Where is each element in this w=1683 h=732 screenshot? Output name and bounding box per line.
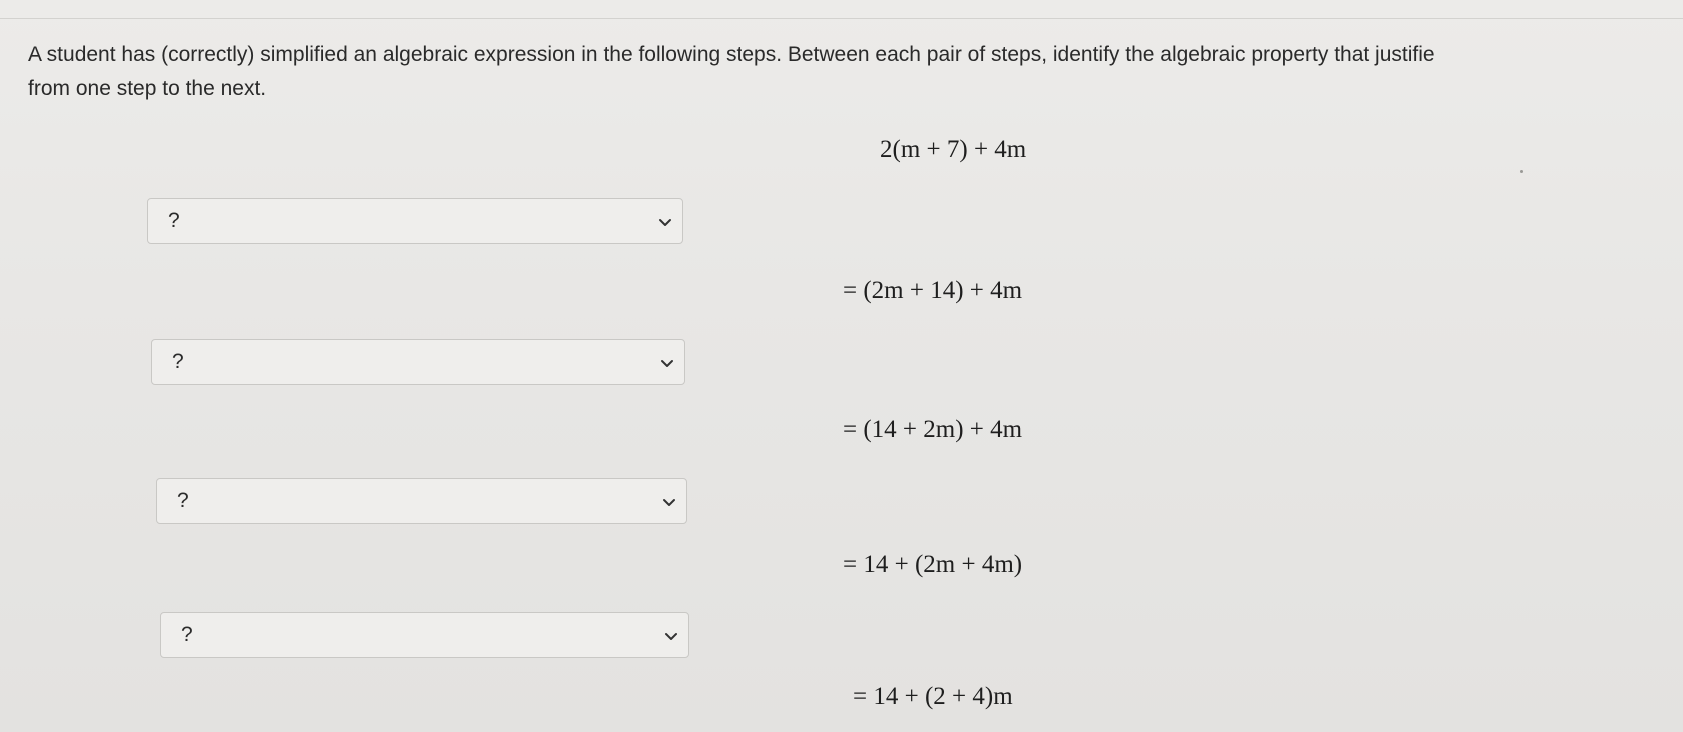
chevron-down-icon <box>665 633 677 640</box>
chevron-down-icon <box>659 219 671 226</box>
dropdown-value-2: ? <box>172 350 184 373</box>
chevron-down-icon <box>661 360 673 367</box>
property-dropdown-3[interactable]: ? <box>156 478 687 524</box>
step-expression-5: = 14 + (2 + 4)m <box>853 683 1013 710</box>
step-expression-1: 2(m + 7) + 4m <box>880 136 1027 163</box>
question-text: A student has (correctly) simplified an … <box>28 38 1668 106</box>
step-expression-3: = (14 + 2m) + 4m <box>843 416 1023 443</box>
top-divider <box>0 18 1683 19</box>
worksheet-page: A student has (correctly) simplified an … <box>0 0 1683 732</box>
stray-dot <box>1520 170 1523 173</box>
property-dropdown-4[interactable]: ? <box>160 612 689 658</box>
question-line-2: from one step to the next. <box>28 77 267 100</box>
property-dropdown-2[interactable]: ? <box>151 339 685 385</box>
chevron-down-icon <box>663 499 675 506</box>
step-expression-2: = (2m + 14) + 4m <box>843 277 1023 304</box>
dropdown-value-3: ? <box>177 489 189 512</box>
property-dropdown-1[interactable]: ? <box>147 198 683 244</box>
step-expression-4: = 14 + (2m + 4m) <box>843 551 1023 578</box>
question-line-1: A student has (correctly) simplified an … <box>28 43 1435 66</box>
dropdown-value-4: ? <box>181 623 193 646</box>
dropdown-value-1: ? <box>168 209 180 232</box>
